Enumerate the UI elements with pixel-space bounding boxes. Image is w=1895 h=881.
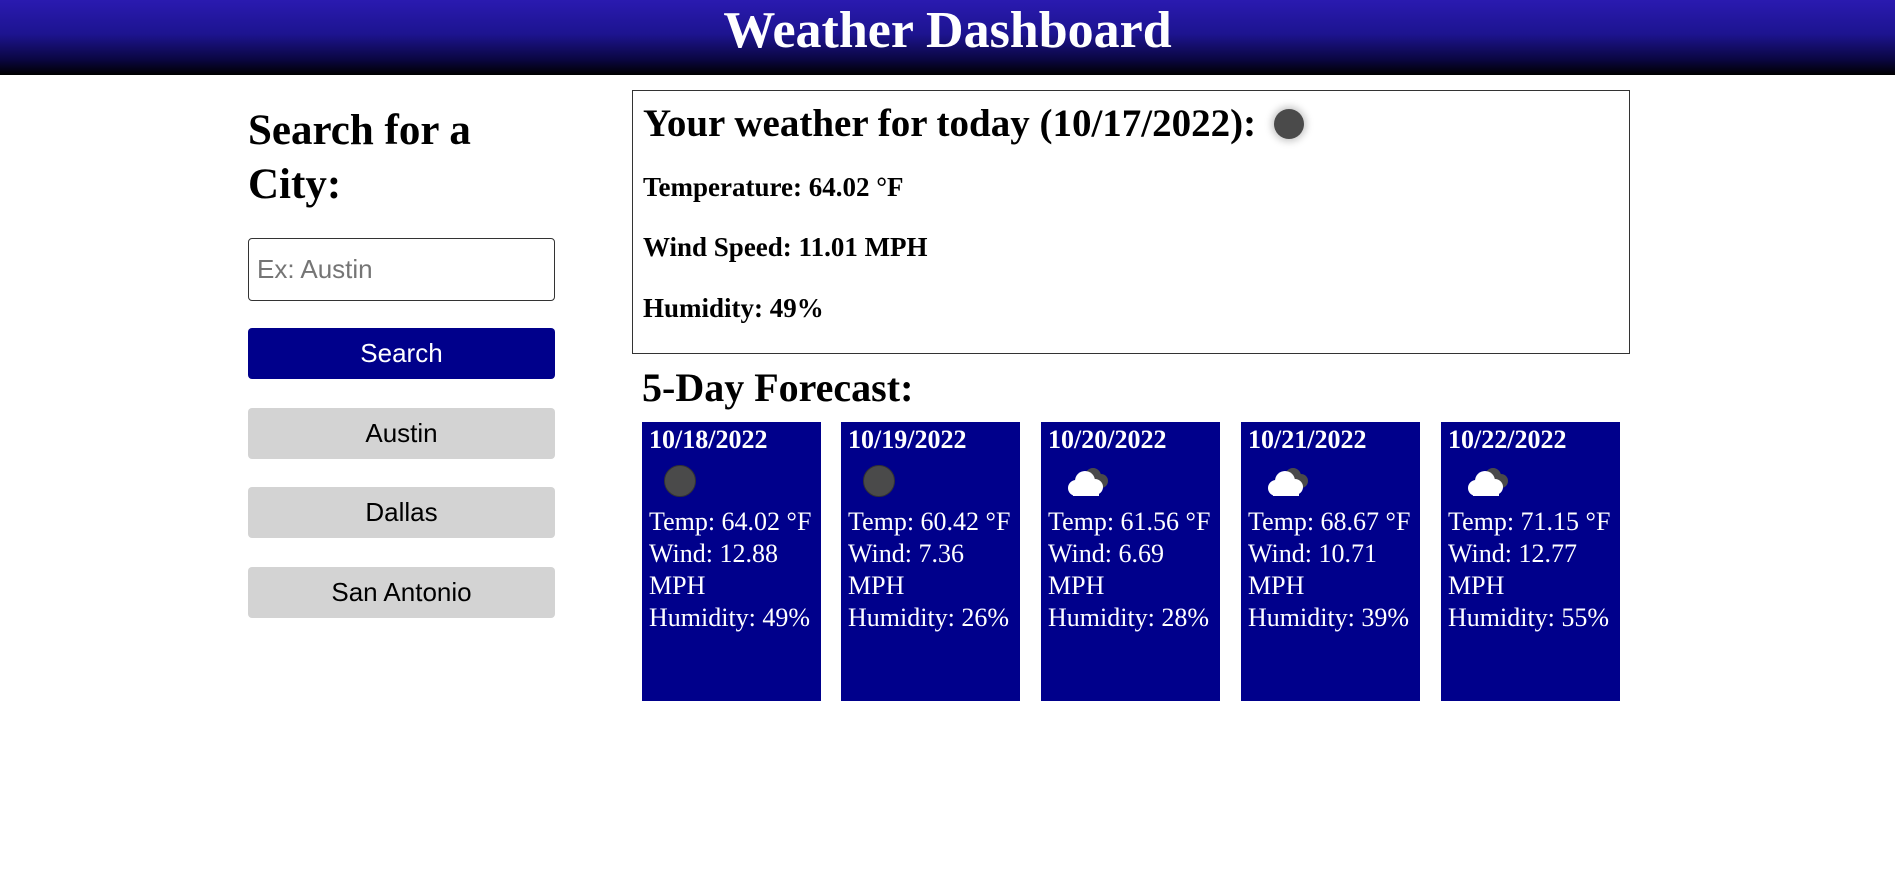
forecast-temp: Temp: 60.42 °F [848, 507, 1011, 536]
forecast-wind: Wind: 12.88 MPH [649, 539, 778, 600]
current-weather-card: Your weather for today (10/17/2022): Tem… [632, 90, 1630, 354]
forecast-date: 10/18/2022 [649, 425, 768, 454]
cloud-icon [1068, 468, 1108, 496]
moon-icon [1274, 109, 1305, 139]
forecast-date: 10/20/2022 [1048, 425, 1167, 454]
forecast-card: 10/20/2022 Temp: 61.56 °F Wind: 6.69 MPH… [1041, 422, 1220, 701]
forecast-humidity: Humidity: 28% [1048, 603, 1210, 632]
forecast-card: 10/19/2022 Temp: 60.42 °F Wind: 7.36 MPH… [841, 422, 1020, 701]
forecast-humidity: Humidity: 55% [1448, 603, 1610, 632]
forecast-temp: Temp: 64.02 °F [649, 507, 812, 536]
forecast-temp: Temp: 68.67 °F [1248, 507, 1411, 536]
forecast-temp: Temp: 71.15 °F [1448, 507, 1611, 536]
moon-icon [664, 465, 696, 497]
forecast-humidity: Humidity: 49% [649, 603, 811, 632]
search-heading: Search for a City: [248, 107, 471, 208]
forecast-icon-wrap [848, 456, 1013, 506]
forecast-date: 10/21/2022 [1248, 425, 1367, 454]
forecast-card: 10/18/2022 Temp: 64.02 °F Wind: 12.88 MP… [642, 422, 821, 701]
cloud-icon [1268, 468, 1308, 496]
search-button[interactable]: Search [248, 328, 555, 379]
forecast-date: 10/19/2022 [848, 425, 967, 454]
forecast-title: 5-Day Forecast: [642, 365, 914, 410]
page-title: Weather Dashboard [723, 2, 1172, 59]
forecast-icon-wrap [1248, 456, 1413, 506]
history-button-austin[interactable]: Austin [248, 408, 555, 459]
forecast-card: 10/21/2022 Temp: 68.67 °F Wind: 10.71 MP… [1241, 422, 1420, 701]
forecast-wind: Wind: 10.71 MPH [1248, 539, 1377, 600]
moon-icon [863, 465, 895, 497]
forecast-card: 10/22/2022 Temp: 71.15 °F Wind: 12.77 MP… [1441, 422, 1620, 701]
history-button-dallas[interactable]: Dallas [248, 487, 555, 538]
forecast-icon-wrap [1048, 456, 1213, 506]
cloud-icon [1468, 468, 1508, 496]
forecast-wind: Wind: 7.36 MPH [848, 539, 964, 600]
current-weather-title: Your weather for today (10/17/2022): [643, 101, 1619, 147]
city-search-input[interactable] [248, 238, 555, 301]
header-bar: Weather Dashboard [0, 0, 1895, 75]
forecast-date: 10/22/2022 [1448, 425, 1567, 454]
history-button-san-antonio[interactable]: San Antonio [248, 567, 555, 618]
current-weather-title-text: Your weather for today (10/17/2022): [643, 102, 1257, 145]
forecast-humidity: Humidity: 26% [848, 603, 1010, 632]
forecast-wind: Wind: 12.77 MPH [1448, 539, 1577, 600]
current-temperature: Temperature: 64.02 °F [643, 172, 904, 202]
search-sidebar: Search for a City: Search Austin Dallas … [248, 104, 555, 618]
current-humidity: Humidity: 49% [643, 293, 824, 323]
forecast-humidity: Humidity: 39% [1248, 603, 1410, 632]
forecast-temp: Temp: 61.56 °F [1048, 507, 1211, 536]
current-wind-speed: Wind Speed: 11.01 MPH [643, 232, 928, 262]
forecast-icon-wrap [1448, 456, 1613, 506]
forecast-icon-wrap [649, 456, 814, 506]
forecast-wind: Wind: 6.69 MPH [1048, 539, 1164, 600]
